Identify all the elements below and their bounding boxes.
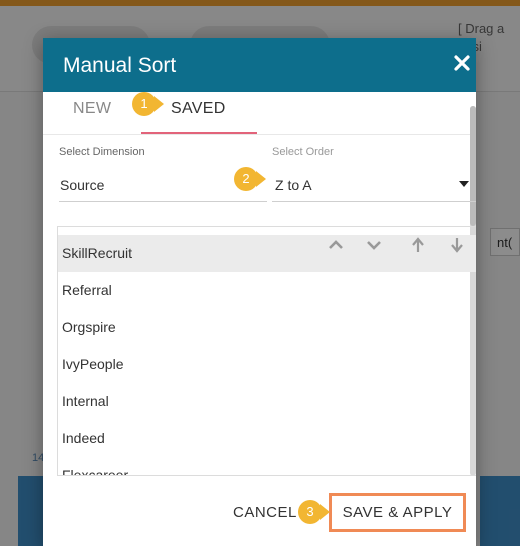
list-item-label: Indeed [62,430,105,446]
arrow-up-icon[interactable] [410,237,426,253]
caret-down-icon[interactable] [459,181,469,187]
sort-list: SkillRecruit Referral Orgspire IvyPeople… [57,226,476,476]
dialog-scrollbar-thumb[interactable] [470,106,476,226]
callout-number: 3 [306,504,314,519]
callout-pointer [320,504,330,520]
cancel-button[interactable]: CANCEL [233,504,297,521]
callout-number: 1 [140,96,148,111]
list-item[interactable]: Flexcareer [58,457,476,476]
callout-number: 2 [242,171,250,186]
save-apply-button[interactable]: SAVE & APPLY [329,493,466,532]
callout-badge-2: 2 [234,167,258,191]
list-item[interactable]: Internal [58,383,476,420]
select-dimension-field[interactable]: Source [60,177,104,193]
list-item-label: Orgspire [62,319,116,335]
tab-new[interactable]: NEW [73,100,111,118]
list-item-label: SkillRecruit [62,245,133,261]
list-item-label: IvyPeople [62,356,124,372]
dialog-title: Manual Sort [63,54,177,77]
list-item[interactable]: Orgspire [58,309,476,346]
close-icon[interactable] [453,54,475,76]
tab-saved[interactable]: SAVED [171,100,226,118]
list-item-label: Referral [62,282,112,298]
select-order-underline [272,201,476,202]
list-item[interactable]: Referral [58,272,476,309]
list-item[interactable]: Indeed [58,420,476,457]
manual-sort-dialog: Manual Sort NEW SAVED Select Dimension S… [43,38,476,546]
select-order-field[interactable]: Z to A [275,177,312,193]
chevron-up-icon[interactable] [328,237,344,253]
select-dimension-underline [59,201,267,202]
chevron-down-icon[interactable] [366,237,382,253]
callout-badge-1: 1 [132,92,156,116]
list-item[interactable]: IvyPeople [58,346,476,383]
list-item-label: Flexcareer [62,467,129,476]
select-dimension-label: Select Dimension [59,146,145,158]
arrow-down-icon[interactable] [449,237,465,253]
list-item-label: Internal [62,393,109,409]
callout-badge-3: 3 [298,500,322,524]
callout-pointer [154,96,164,112]
tabs-divider [43,134,470,135]
select-order-label: Select Order [272,146,334,158]
dialog-header: Manual Sort [43,38,476,92]
callout-pointer [256,171,266,187]
